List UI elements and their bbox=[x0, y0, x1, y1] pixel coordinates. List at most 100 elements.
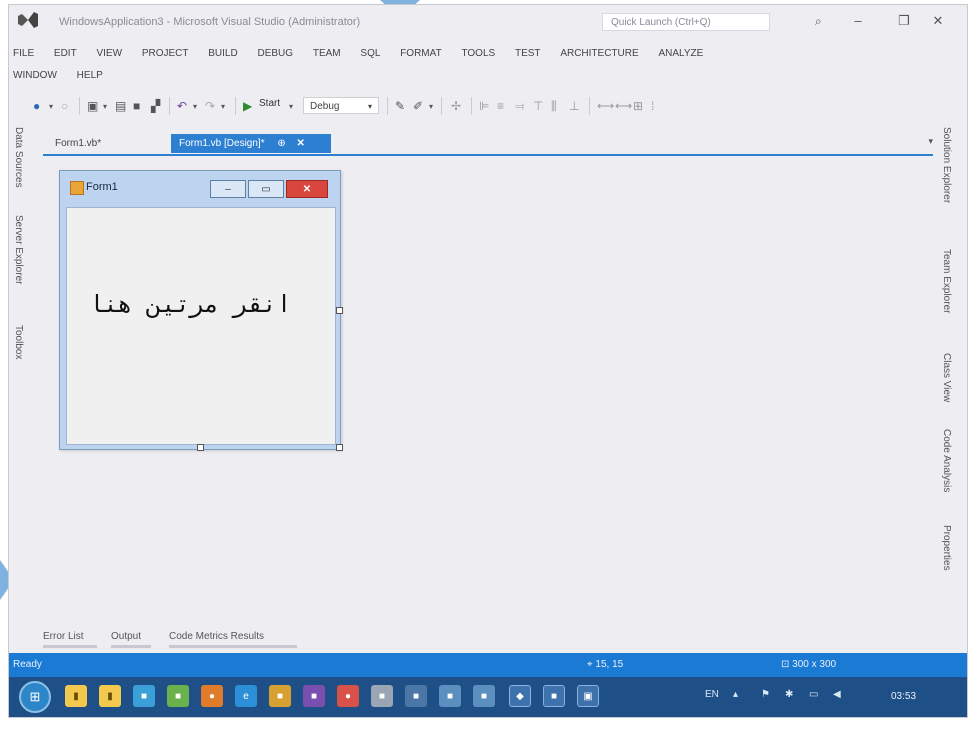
solution-explorer-tab[interactable]: Solution Explorer bbox=[941, 127, 952, 203]
resize-handle-corner[interactable] bbox=[336, 444, 343, 451]
resize-handle-bottom[interactable] bbox=[197, 444, 204, 451]
align-centers-icon[interactable]: ≡ bbox=[497, 98, 504, 114]
menu-format[interactable]: FORMAT bbox=[400, 43, 441, 65]
make-same-size-icon[interactable]: ⊞ bbox=[633, 98, 643, 114]
menu-sql[interactable]: SQL bbox=[360, 43, 380, 65]
form-label[interactable]: انقر مرتين هنا bbox=[89, 290, 291, 318]
internet-explorer-icon[interactable]: e bbox=[235, 685, 257, 707]
align-lefts-icon[interactable]: ⊫ bbox=[479, 98, 489, 114]
taskbar-clock[interactable]: 03:53 bbox=[891, 691, 916, 702]
form-maximize-button[interactable]: ▭ bbox=[248, 180, 284, 198]
app-taskbar-icon[interactable]: ■ bbox=[543, 685, 565, 707]
firefox-icon[interactable]: ● bbox=[201, 685, 223, 707]
app-icon[interactable]: ■ bbox=[473, 685, 495, 707]
properties-wrench-icon[interactable]: ✐ bbox=[413, 98, 423, 114]
properties-tab[interactable]: Properties bbox=[941, 525, 952, 571]
align-tops-icon[interactable]: ⊤ bbox=[533, 98, 543, 114]
code-metrics-results-tab[interactable]: Code Metrics Results bbox=[169, 631, 264, 642]
chrome-icon[interactable]: ● bbox=[337, 685, 359, 707]
save-icon[interactable]: ■ bbox=[133, 98, 140, 114]
menu-window[interactable]: WINDOW bbox=[13, 65, 57, 87]
find-in-files-icon[interactable]: ✎ bbox=[395, 98, 405, 114]
menu-view[interactable]: VIEW bbox=[96, 43, 122, 65]
dropdown-arrow-icon[interactable]: ▾ bbox=[103, 98, 107, 114]
app-icon[interactable]: ■ bbox=[167, 685, 189, 707]
server-explorer-tab[interactable]: Server Explorer bbox=[13, 215, 24, 284]
close-tab-icon[interactable]: ✕ bbox=[297, 138, 305, 149]
data-sources-tab[interactable]: Data Sources bbox=[13, 127, 24, 188]
menu-analyze[interactable]: ANALYZE bbox=[658, 43, 703, 65]
restore-button[interactable]: ❐ bbox=[895, 13, 913, 29]
toolbar-separator bbox=[79, 97, 80, 115]
dropdown-arrow-icon[interactable]: ▾ bbox=[289, 98, 293, 114]
form1-window[interactable]: Form1 – ▭ ✕ انقر مرتين هنا bbox=[59, 170, 343, 451]
minimize-button[interactable]: – bbox=[849, 13, 867, 28]
visual-studio-taskbar-icon[interactable]: ◆ bbox=[509, 685, 531, 707]
navigate-back-icon[interactable]: ● bbox=[33, 98, 40, 114]
tab-overflow-chevron-icon[interactable]: ▾ bbox=[928, 136, 933, 147]
show-hidden-icons-icon[interactable]: ▴ bbox=[733, 689, 738, 700]
make-same-width-icon[interactable]: ⟷ bbox=[597, 98, 614, 114]
app-icon[interactable]: ■ bbox=[405, 685, 427, 707]
align-bottoms-icon[interactable]: ⊥ bbox=[569, 98, 579, 114]
network-icon[interactable]: ▭ bbox=[809, 689, 818, 700]
menu-test[interactable]: TEST bbox=[515, 43, 541, 65]
make-same-height-icon[interactable]: ⟷ bbox=[615, 98, 632, 114]
align-to-grid-icon[interactable]: ✢ bbox=[451, 98, 461, 114]
language-indicator[interactable]: EN bbox=[705, 689, 719, 700]
dropdown-arrow-icon[interactable]: ▾ bbox=[429, 98, 433, 114]
undo-icon[interactable]: ↶ bbox=[177, 98, 187, 114]
form-taskbar-icon[interactable]: ▣ bbox=[577, 685, 599, 707]
menu-architecture[interactable]: ARCHITECTURE bbox=[560, 43, 638, 65]
toolbar-overflow-icon[interactable]: ⁞ bbox=[651, 98, 654, 114]
resize-handle-right[interactable] bbox=[336, 307, 343, 314]
bluetooth-icon[interactable]: ✱ bbox=[785, 689, 793, 700]
close-button[interactable]: ✕ bbox=[929, 13, 947, 29]
menu-edit[interactable]: EDIT bbox=[54, 43, 77, 65]
pin-icon[interactable]: ⊕ bbox=[277, 138, 285, 149]
code-analysis-tab[interactable]: Code Analysis bbox=[941, 429, 952, 492]
open-file-icon[interactable]: ▤ bbox=[115, 98, 126, 114]
menu-project[interactable]: PROJECT bbox=[142, 43, 189, 65]
save-all-icon[interactable]: ▞ bbox=[151, 98, 160, 114]
tab-form1-design[interactable]: Form1.vb [Design]* ⊕ ✕ bbox=[171, 134, 331, 153]
menu-help[interactable]: HELP bbox=[77, 65, 103, 87]
form-minimize-button[interactable]: – bbox=[210, 180, 246, 198]
start-button[interactable]: Start bbox=[259, 98, 280, 109]
toolbox-tab[interactable]: Toolbox bbox=[13, 325, 24, 359]
dropdown-arrow-icon[interactable]: ▾ bbox=[49, 98, 53, 114]
app-icon[interactable]: ■ bbox=[439, 685, 461, 707]
navigate-forward-icon[interactable]: ○ bbox=[61, 98, 68, 114]
team-explorer-tab[interactable]: Team Explorer bbox=[941, 249, 952, 313]
app-icon[interactable]: ■ bbox=[133, 685, 155, 707]
search-icon[interactable]: ⌕ bbox=[815, 14, 822, 29]
dropdown-arrow-icon[interactable]: ▾ bbox=[221, 98, 225, 114]
menu-build[interactable]: BUILD bbox=[208, 43, 237, 65]
start-play-icon[interactable]: ▶ bbox=[243, 98, 252, 114]
menu-debug[interactable]: DEBUG bbox=[258, 43, 294, 65]
form-close-button[interactable]: ✕ bbox=[286, 180, 328, 198]
align-middles-icon[interactable]: ⫼ bbox=[551, 98, 557, 114]
menu-tools[interactable]: TOOLS bbox=[461, 43, 495, 65]
solution-configuration-select[interactable]: Debug ▾ bbox=[303, 97, 379, 114]
app-icon[interactable]: ■ bbox=[303, 685, 325, 707]
align-rights-icon[interactable]: ⫤ bbox=[515, 98, 524, 114]
volume-icon[interactable]: ◀ bbox=[833, 689, 841, 700]
action-center-flag-icon[interactable]: ⚑ bbox=[761, 689, 770, 700]
error-list-tab[interactable]: Error List bbox=[43, 631, 84, 642]
redo-icon[interactable]: ↷ bbox=[205, 98, 215, 114]
start-orb-icon[interactable]: ⊞ bbox=[19, 681, 51, 713]
new-project-icon[interactable]: ▣ bbox=[87, 98, 98, 114]
folder-icon[interactable]: ▮ bbox=[99, 685, 121, 707]
menu-file[interactable]: FILE bbox=[13, 43, 34, 65]
form-client-area[interactable]: انقر مرتين هنا bbox=[66, 207, 336, 445]
menu-team[interactable]: TEAM bbox=[313, 43, 341, 65]
app-icon[interactable]: ■ bbox=[269, 685, 291, 707]
tab-form1-code[interactable]: Form1.vb* bbox=[47, 134, 109, 153]
class-view-tab[interactable]: Class View bbox=[941, 353, 952, 402]
output-tab[interactable]: Output bbox=[111, 631, 141, 642]
app-icon[interactable]: ■ bbox=[371, 685, 393, 707]
quick-launch-input[interactable]: Quick Launch (Ctrl+Q) bbox=[602, 13, 770, 31]
dropdown-arrow-icon[interactable]: ▾ bbox=[193, 98, 197, 114]
file-explorer-icon[interactable]: ▮ bbox=[65, 685, 87, 707]
